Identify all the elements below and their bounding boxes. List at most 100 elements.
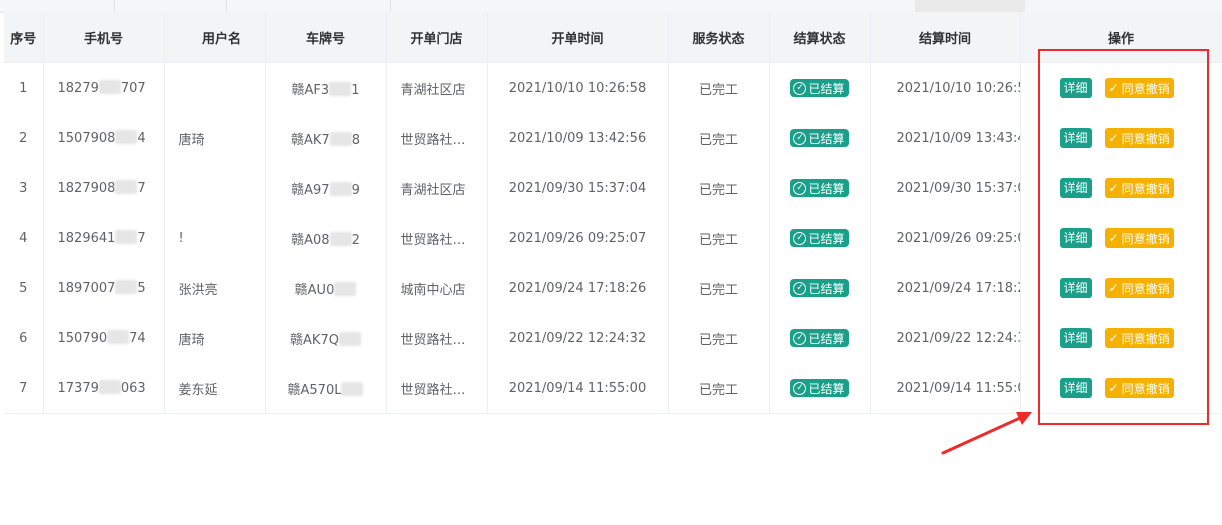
- store-cell: 世贸路社…: [386, 113, 488, 163]
- masked-region: [334, 281, 357, 296]
- approve-revoke-button[interactable]: ✓ 同意撤销: [1104, 128, 1174, 148]
- settled-badge: ✓ 已结算: [790, 329, 849, 348]
- settle-time-cell: 2021/09/26 09:25:07: [870, 213, 1021, 263]
- approve-revoke-button[interactable]: ✓ 同意撤销: [1104, 328, 1174, 348]
- header-settle-time: 结算时间: [870, 12, 1021, 63]
- approve-revoke-button[interactable]: ✓ 同意撤销: [1104, 228, 1174, 248]
- phone-cell: 150790 74: [43, 313, 165, 363]
- store-cell: 世贸路社…: [386, 313, 488, 363]
- detail-button[interactable]: 详细: [1059, 78, 1092, 98]
- service-status-cell: 已完工: [668, 313, 770, 363]
- plate-prefix: 赣A08: [291, 232, 330, 248]
- detail-button[interactable]: 详细: [1059, 378, 1092, 398]
- phone-prefix: 1897007: [57, 281, 116, 296]
- plate-prefix: 赣AK7: [291, 132, 330, 148]
- masked-region: [115, 130, 138, 144]
- header-plate: 车牌号: [265, 12, 387, 63]
- settle-time-cell: 2021/10/10 10:26:58: [870, 62, 1021, 113]
- check-icon: ✓: [1108, 181, 1119, 195]
- check-circle-icon: ✓: [793, 131, 807, 145]
- plate-suffix: 2: [351, 232, 360, 248]
- masked-region: [329, 231, 352, 246]
- settle-time-cell: 2021/09/22 12:24:32: [870, 313, 1021, 363]
- open-time-cell: 2021/09/22 12:24:32: [487, 313, 669, 363]
- header-no: 序号: [4, 12, 44, 63]
- detail-button[interactable]: 详细: [1059, 178, 1092, 198]
- detail-button[interactable]: 详细: [1059, 328, 1092, 348]
- red-arrow-icon: [941, 412, 1032, 455]
- plate-cell: 赣AF3 1: [265, 62, 387, 113]
- plate-prefix: 赣A97: [291, 182, 330, 198]
- table-row[interactable]: 5 1897007 5 张洪亮 赣AU0 城南中心店 2021/09/24 17:18:26…: [4, 263, 1222, 313]
- phone-prefix: 1827908: [57, 181, 116, 196]
- approve-revoke-button[interactable]: ✓ 同意撤销: [1104, 78, 1174, 98]
- settle-status-cell: ✓ 已结算: [769, 113, 871, 163]
- check-icon: ✓: [1108, 81, 1119, 95]
- check-circle-icon: ✓: [793, 81, 807, 95]
- table-row[interactable]: 3 1827908 7 赣A97 9 青湖社区店 2021/09/30 15:37:04 已完…: [4, 163, 1222, 213]
- actions-cell: 详细 ✓ 同意撤销: [1020, 363, 1222, 414]
- detail-button[interactable]: 详细: [1059, 278, 1092, 298]
- open-time-cell: 2021/09/26 09:25:07: [487, 213, 669, 263]
- table-row[interactable]: 2 1507908 4 唐琦 赣AK7 8 世贸路社… 2021/10/09 13:42:56…: [4, 113, 1222, 163]
- masked-region: [341, 381, 364, 396]
- settle-status-cell: ✓ 已结算: [769, 62, 871, 113]
- table-row[interactable]: 1 18279 707 赣AF3 1 青湖社区店 2021/10/10 10:26:58 已完…: [4, 62, 1222, 113]
- top-tab-segment: [226, 0, 391, 12]
- open-time-cell: 2021/09/14 11:55:00: [487, 363, 669, 414]
- header-service-status: 服务状态: [668, 12, 770, 63]
- masked-region: [107, 330, 130, 344]
- check-circle-icon: ✓: [793, 181, 807, 195]
- check-circle-icon: ✓: [793, 231, 807, 245]
- masked-region: [115, 280, 138, 294]
- top-tab-active: [915, 0, 1025, 12]
- settled-badge: ✓ 已结算: [790, 229, 849, 248]
- approve-revoke-button[interactable]: ✓ 同意撤销: [1104, 278, 1174, 298]
- plate-cell: 赣AK7Q: [265, 313, 387, 363]
- header-settle-status: 结算状态: [769, 12, 871, 63]
- phone-suffix: 4: [137, 131, 146, 146]
- row-number: 7: [4, 363, 44, 414]
- masked-region: [329, 81, 352, 96]
- row-number: 1: [4, 62, 44, 113]
- actions-cell: 详细 ✓ 同意撤销: [1020, 163, 1222, 213]
- username-cell: [164, 163, 266, 213]
- table-row[interactable]: 4 1829641 7! 赣A08 2 世贸路社… 2021/09/26 09:25:07 已…: [4, 213, 1222, 263]
- masked-region: [338, 331, 361, 346]
- phone-prefix: 150790: [57, 331, 108, 346]
- username-cell: [164, 62, 266, 113]
- phone-prefix: 17379: [57, 381, 99, 396]
- actions-cell: 详细 ✓ 同意撤销: [1020, 263, 1222, 313]
- header-store: 开单门店: [386, 12, 488, 63]
- detail-button[interactable]: 详细: [1059, 128, 1092, 148]
- approve-revoke-button[interactable]: ✓ 同意撤销: [1104, 378, 1174, 398]
- plate-suffix: 1: [351, 82, 360, 98]
- approve-revoke-button[interactable]: ✓ 同意撤销: [1104, 178, 1174, 198]
- check-circle-icon: ✓: [793, 331, 807, 345]
- check-icon: ✓: [1108, 231, 1119, 245]
- phone-cell: 1507908 4: [43, 113, 165, 163]
- settle-time-cell: 2021/10/09 13:43:44: [870, 113, 1021, 163]
- table-row[interactable]: 7 17379 063 姜东延 赣A570L 世贸路社… 2021/09/14 11:55:…: [4, 363, 1222, 414]
- open-time-cell: 2021/10/09 13:42:56: [487, 113, 669, 163]
- plate-cell: 赣AU0: [265, 263, 387, 313]
- phone-suffix: 7: [137, 231, 146, 246]
- settle-time-cell: 2021/09/14 11:55:00: [870, 363, 1021, 414]
- check-icon: ✓: [1108, 331, 1119, 345]
- store-cell: 青湖社区店: [386, 163, 488, 213]
- open-time-cell: 2021/09/24 17:18:26: [487, 263, 669, 313]
- table-row[interactable]: 6 150790 74 唐琦 赣AK7Q 世贸路社… 2021/09/22 12:24:32…: [4, 313, 1222, 363]
- plate-prefix: 赣AF3: [291, 82, 330, 98]
- username-cell: 张洪亮: [164, 263, 266, 313]
- phone-suffix: 7: [137, 181, 146, 196]
- settle-status-cell: ✓ 已结算: [769, 313, 871, 363]
- masked-region: [115, 180, 138, 194]
- plate-prefix: 赣AU0: [294, 282, 335, 298]
- store-cell: 城南中心店: [386, 263, 488, 313]
- masked-region: [98, 80, 121, 94]
- settle-status-cell: ✓ 已结算: [769, 363, 871, 414]
- detail-button[interactable]: 详细: [1059, 228, 1092, 248]
- check-icon: ✓: [1108, 381, 1119, 395]
- actions-cell: 详细 ✓ 同意撤销: [1020, 113, 1222, 163]
- username-cell: !: [164, 213, 266, 263]
